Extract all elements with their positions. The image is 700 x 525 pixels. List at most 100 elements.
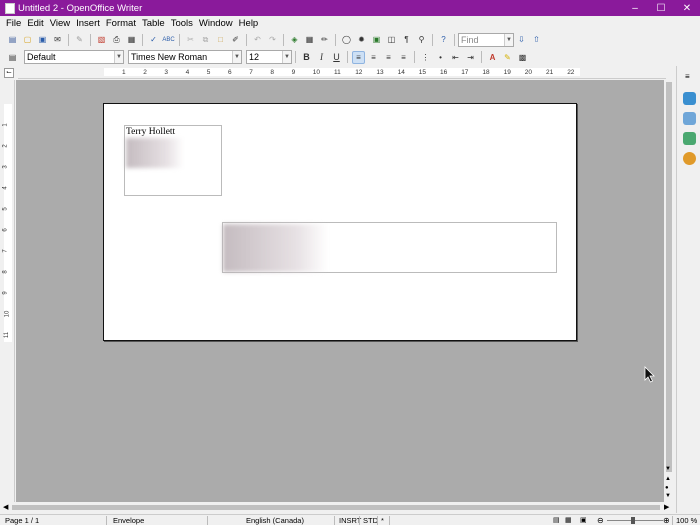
- spellcheck-icon[interactable]: ✓: [147, 33, 160, 46]
- show-draw-functions-icon[interactable]: ✏: [318, 33, 331, 46]
- scroll-left-icon[interactable]: ◀: [3, 503, 8, 511]
- align-right-icon[interactable]: ≡: [382, 51, 395, 64]
- writer-app-icon: [5, 2, 15, 14]
- undo-icon[interactable]: ↶: [251, 33, 264, 46]
- copy-icon[interactable]: ⧉: [199, 33, 212, 46]
- recipient-address-frame[interactable]: [222, 222, 557, 273]
- help-icon[interactable]: ?: [437, 33, 450, 46]
- envelope-page[interactable]: Terry Hollett: [103, 103, 577, 341]
- save-icon[interactable]: ▣: [36, 33, 49, 46]
- menu-edit[interactable]: Edit: [24, 18, 46, 29]
- justify-icon[interactable]: ≡: [397, 51, 410, 64]
- vertical-scroll-thumb[interactable]: [666, 82, 672, 472]
- decrease-indent-icon[interactable]: ⇤: [449, 51, 462, 64]
- background-color-icon[interactable]: ▩: [516, 51, 529, 64]
- menu-file[interactable]: File: [3, 18, 24, 29]
- autospellcheck-icon[interactable]: ABC: [162, 33, 175, 46]
- next-page-icon[interactable]: ▼: [665, 493, 671, 499]
- bullets-icon[interactable]: •: [434, 51, 447, 64]
- menu-help[interactable]: Help: [236, 18, 262, 29]
- find-input[interactable]: Find ▼: [458, 32, 514, 47]
- bold-icon[interactable]: B: [300, 51, 313, 64]
- align-center-icon[interactable]: ≡: [367, 51, 380, 64]
- menu-tools[interactable]: Tools: [168, 18, 196, 29]
- styles-formatting-icon[interactable]: ▤: [6, 51, 19, 64]
- hyperlink-icon[interactable]: ◈: [288, 33, 301, 46]
- paste-icon[interactable]: □: [214, 33, 227, 46]
- find-next-icon[interactable]: ⇩: [515, 33, 528, 46]
- size-dropdown-arrow-icon[interactable]: ▼: [282, 51, 291, 63]
- cut-icon[interactable]: ✂: [184, 33, 197, 46]
- single-page-view-icon[interactable]: ▤: [553, 516, 560, 524]
- menu-format[interactable]: Format: [103, 18, 139, 29]
- font-name-select[interactable]: Times New Roman ▼: [128, 50, 242, 64]
- sidebar-menu-icon[interactable]: ≡: [685, 72, 690, 81]
- print-icon[interactable]: ⎙: [110, 33, 123, 46]
- selection-mode[interactable]: STD: [363, 516, 378, 525]
- font-color-icon[interactable]: A: [486, 51, 499, 64]
- zoom-icon[interactable]: ⚲: [415, 33, 428, 46]
- new-document-icon[interactable]: ▤: [6, 33, 19, 46]
- close-button[interactable]: ✕: [673, 0, 700, 16]
- style-dropdown-arrow-icon[interactable]: ▼: [114, 51, 123, 63]
- maximize-button[interactable]: ☐: [647, 0, 675, 16]
- export-pdf-icon[interactable]: ▧: [95, 33, 108, 46]
- horizontal-scroll-thumb[interactable]: [12, 505, 660, 510]
- zoom-level[interactable]: 100 %: [676, 516, 697, 525]
- gallery-icon[interactable]: [683, 132, 696, 145]
- increase-indent-icon[interactable]: ⇥: [464, 51, 477, 64]
- clone-formatting-icon[interactable]: ✐: [229, 33, 242, 46]
- menu-table[interactable]: Table: [139, 18, 168, 29]
- tab-stop-selector-icon[interactable]: ⌙: [4, 68, 14, 78]
- styles-icon[interactable]: [683, 112, 696, 125]
- menu-insert[interactable]: Insert: [73, 18, 103, 29]
- menu-window[interactable]: Window: [196, 18, 236, 29]
- previous-page-icon[interactable]: ▲: [665, 476, 671, 482]
- ruler-label: 5: [2, 207, 9, 211]
- open-icon[interactable]: ▢: [21, 33, 34, 46]
- sender-address-frame[interactable]: Terry Hollett: [124, 125, 222, 196]
- zoom-in-icon[interactable]: ⊕: [663, 516, 670, 525]
- email-icon[interactable]: ✉: [51, 33, 64, 46]
- font-size-select[interactable]: 12 ▼: [246, 50, 292, 64]
- document-canvas[interactable]: Terry Hollett: [16, 80, 664, 502]
- page-preview-icon[interactable]: ▦: [125, 33, 138, 46]
- underline-icon[interactable]: U: [330, 51, 343, 64]
- paragraph-style-select[interactable]: Default ▼: [24, 50, 124, 64]
- page-style[interactable]: Envelope: [113, 516, 144, 525]
- title-bar: Untitled 2 - OpenOffice Writer: [0, 0, 700, 16]
- navigator-icon[interactable]: ✹: [355, 33, 368, 46]
- align-left-icon[interactable]: ≡: [352, 50, 365, 64]
- vertical-scrollbar[interactable]: ▼ ▲ ● ▼: [664, 80, 674, 502]
- vertical-ruler[interactable]: 1 2 3 4 5 6 7 8 9 10 11: [0, 80, 15, 502]
- gallery-icon[interactable]: ▣: [370, 33, 383, 46]
- italic-icon[interactable]: I: [315, 51, 328, 64]
- find-replace-icon[interactable]: ◯: [340, 33, 353, 46]
- font-dropdown-arrow-icon[interactable]: ▼: [232, 51, 241, 63]
- data-sources-icon[interactable]: ◫: [385, 33, 398, 46]
- horizontal-ruler[interactable]: 1 2 3 4 5 6 7 8 9 10 11 12 13 14 15 16 17 18 19 20 21 22: [18, 66, 666, 79]
- table-icon[interactable]: ▦: [303, 33, 316, 46]
- edit-file-icon[interactable]: ✎: [73, 33, 86, 46]
- numbering-icon[interactable]: ⋮: [419, 51, 432, 64]
- horizontal-scrollbar[interactable]: ◀ ▶: [0, 502, 674, 513]
- nonprinting-characters-icon[interactable]: ¶: [400, 33, 413, 46]
- redo-icon[interactable]: ↷: [266, 33, 279, 46]
- sidebar: ≡: [676, 66, 700, 513]
- zoom-out-icon[interactable]: ⊖: [597, 516, 604, 525]
- zoom-slider[interactable]: [607, 520, 663, 521]
- minimize-button[interactable]: –: [621, 0, 649, 16]
- highlight-icon[interactable]: ✎: [501, 51, 514, 64]
- navigation-icon[interactable]: ●: [665, 485, 669, 491]
- scroll-down-icon[interactable]: ▼: [665, 466, 671, 472]
- navigator-icon[interactable]: [683, 152, 696, 165]
- zoom-slider-thumb[interactable]: [631, 517, 635, 524]
- scroll-right-icon[interactable]: ▶: [664, 503, 669, 511]
- find-previous-icon[interactable]: ⇧: [530, 33, 543, 46]
- find-dropdown-arrow-icon[interactable]: ▼: [504, 33, 513, 46]
- language[interactable]: English (Canada): [246, 516, 304, 525]
- multi-page-view-icon[interactable]: ▦: [565, 516, 572, 524]
- properties-icon[interactable]: [683, 92, 696, 105]
- menu-view[interactable]: View: [47, 18, 73, 29]
- book-view-icon[interactable]: ▣: [580, 516, 587, 524]
